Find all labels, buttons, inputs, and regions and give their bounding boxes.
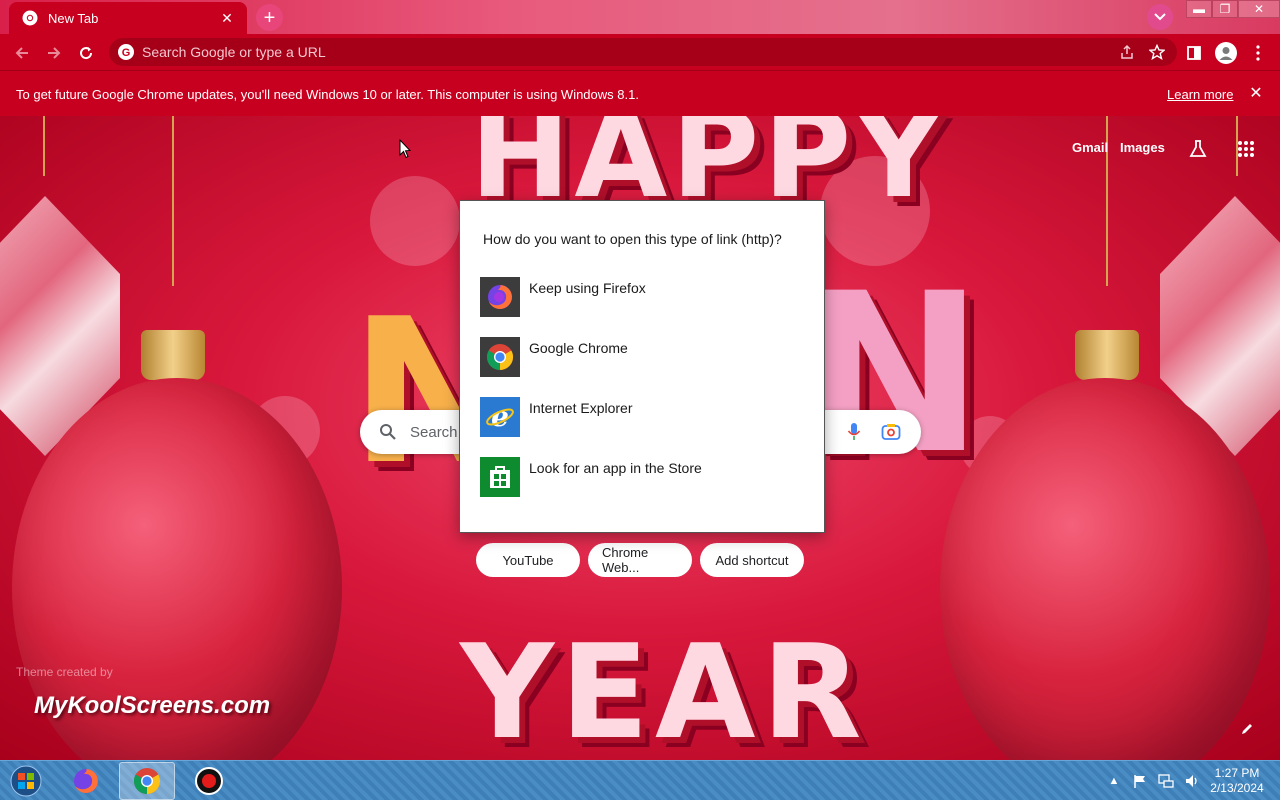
chrome-icon [22, 10, 38, 26]
ornament-string [43, 116, 45, 176]
show-hidden-icons[interactable]: ▲ [1106, 773, 1122, 789]
toolbar: G Search Google or type a URL [0, 34, 1280, 70]
customize-button[interactable] [1236, 718, 1258, 740]
reload-button[interactable] [72, 39, 100, 67]
mouse-cursor-icon [399, 139, 411, 159]
address-bar[interactable]: G Search Google or type a URL [109, 38, 1177, 66]
restore-button[interactable]: ❐ [1212, 0, 1238, 18]
google-apps-button[interactable] [1234, 137, 1258, 161]
windows-logo-icon [10, 765, 42, 797]
option-google-chrome[interactable]: Google Chrome [480, 337, 800, 379]
chrome-icon [133, 768, 161, 795]
close-window-button[interactable]: ✕ [1238, 0, 1280, 18]
title-bar: New Tab ✕ + ▬ ❐ ✕ [0, 0, 1280, 34]
option-store[interactable]: Look for an app in the Store [480, 457, 800, 499]
option-keep-firefox[interactable]: Keep using Firefox [480, 277, 800, 319]
taskbar-clock[interactable]: 1:27 PM 2/13/2024 [1200, 766, 1274, 796]
svg-text:e: e [491, 402, 509, 432]
microphone-icon[interactable] [847, 422, 861, 442]
forward-arrow-icon [48, 47, 61, 59]
option-label: Google Chrome [529, 340, 628, 356]
reload-icon [80, 47, 93, 60]
start-button[interactable] [6, 763, 46, 799]
taskbar-chrome[interactable] [119, 762, 175, 800]
shortcut-chrome-web-store[interactable]: Chrome Web... [588, 543, 692, 577]
clock-date: 2/13/2024 [1210, 781, 1264, 795]
update-infobar: To get future Google Chrome updates, you… [0, 70, 1280, 116]
share-icon[interactable] [1119, 44, 1135, 60]
back-button[interactable] [8, 39, 36, 67]
forward-button[interactable] [40, 39, 68, 67]
search-icon [380, 424, 396, 440]
tab-new-tab[interactable]: New Tab ✕ [9, 2, 247, 34]
taskbar: ▲ 1:27 PM 2/13/2024 [0, 760, 1280, 800]
taskbar-recorder[interactable] [181, 762, 237, 800]
ornament-string [172, 116, 174, 286]
address-bar-text: Search Google or type a URL [142, 44, 326, 60]
ornament-cap [141, 330, 205, 380]
svg-text:G: G [122, 47, 131, 59]
shortcut-youtube[interactable]: YouTube [476, 543, 580, 577]
option-label: Internet Explorer [529, 400, 633, 416]
minimize-button[interactable]: ▬ [1186, 0, 1212, 18]
tab-close-icon[interactable]: ✕ [217, 8, 237, 28]
background-letter-n-right: N [800, 246, 985, 502]
background-text-year: YEAR [460, 616, 868, 760]
firefox-icon [74, 769, 98, 793]
tab-title: New Tab [48, 10, 99, 26]
bookmark-star-icon[interactable] [1149, 44, 1165, 60]
new-tab-button[interactable]: + [256, 4, 283, 31]
action-center-flag-icon[interactable] [1132, 773, 1148, 789]
theme-credit-link[interactable]: MyKoolScreens.com [34, 692, 270, 720]
chrome-icon [480, 337, 520, 377]
infobar-message: To get future Google Chrome updates, you… [16, 87, 639, 102]
images-link[interactable]: Images [1120, 140, 1165, 155]
option-label: Look for an app in the Store [529, 460, 702, 476]
tab-search-button[interactable] [1147, 4, 1173, 30]
window-controls: ▬ ❐ ✕ [1186, 0, 1280, 18]
clock-time: 1:27 PM [1214, 766, 1260, 780]
store-icon [480, 457, 520, 497]
menu-button[interactable] [1246, 41, 1270, 65]
learn-more-link[interactable]: Learn more [1167, 87, 1233, 102]
back-arrow-icon [15, 47, 28, 59]
taskbar-firefox[interactable] [58, 762, 114, 800]
option-label: Keep using Firefox [529, 280, 646, 296]
system-tray: ▲ [1106, 761, 1200, 800]
apps-grid-icon [1238, 141, 1254, 157]
labs-button[interactable] [1186, 137, 1210, 161]
kebab-menu-icon [1256, 45, 1260, 61]
option-internet-explorer[interactable]: e Internet Explorer [480, 397, 800, 439]
gmail-link[interactable]: Gmail [1072, 140, 1108, 155]
avatar-icon [1215, 42, 1237, 64]
profile-button[interactable] [1214, 41, 1238, 65]
side-panel-icon [1187, 46, 1201, 60]
shortcut-add[interactable]: Add shortcut [700, 543, 804, 577]
dialog-title: How do you want to open this type of lin… [483, 231, 782, 247]
pencil-icon [1242, 724, 1252, 734]
side-panel-button[interactable] [1182, 41, 1206, 65]
theme-credit-label: Theme created by [16, 665, 113, 679]
infobar-close-icon[interactable]: ✕ [1247, 84, 1265, 102]
network-icon[interactable] [1158, 773, 1174, 789]
ornament-cap [1075, 330, 1139, 380]
chevron-down-icon [1154, 13, 1166, 21]
internet-explorer-icon: e [480, 397, 520, 437]
volume-icon[interactable] [1184, 773, 1200, 789]
flask-icon [1189, 140, 1207, 157]
google-lens-icon[interactable] [881, 423, 901, 441]
firefox-icon [480, 277, 520, 317]
bokeh-light [370, 176, 460, 266]
record-icon [195, 767, 223, 795]
open-with-dialog: How do you want to open this type of lin… [459, 200, 825, 533]
google-icon: G [118, 44, 134, 60]
